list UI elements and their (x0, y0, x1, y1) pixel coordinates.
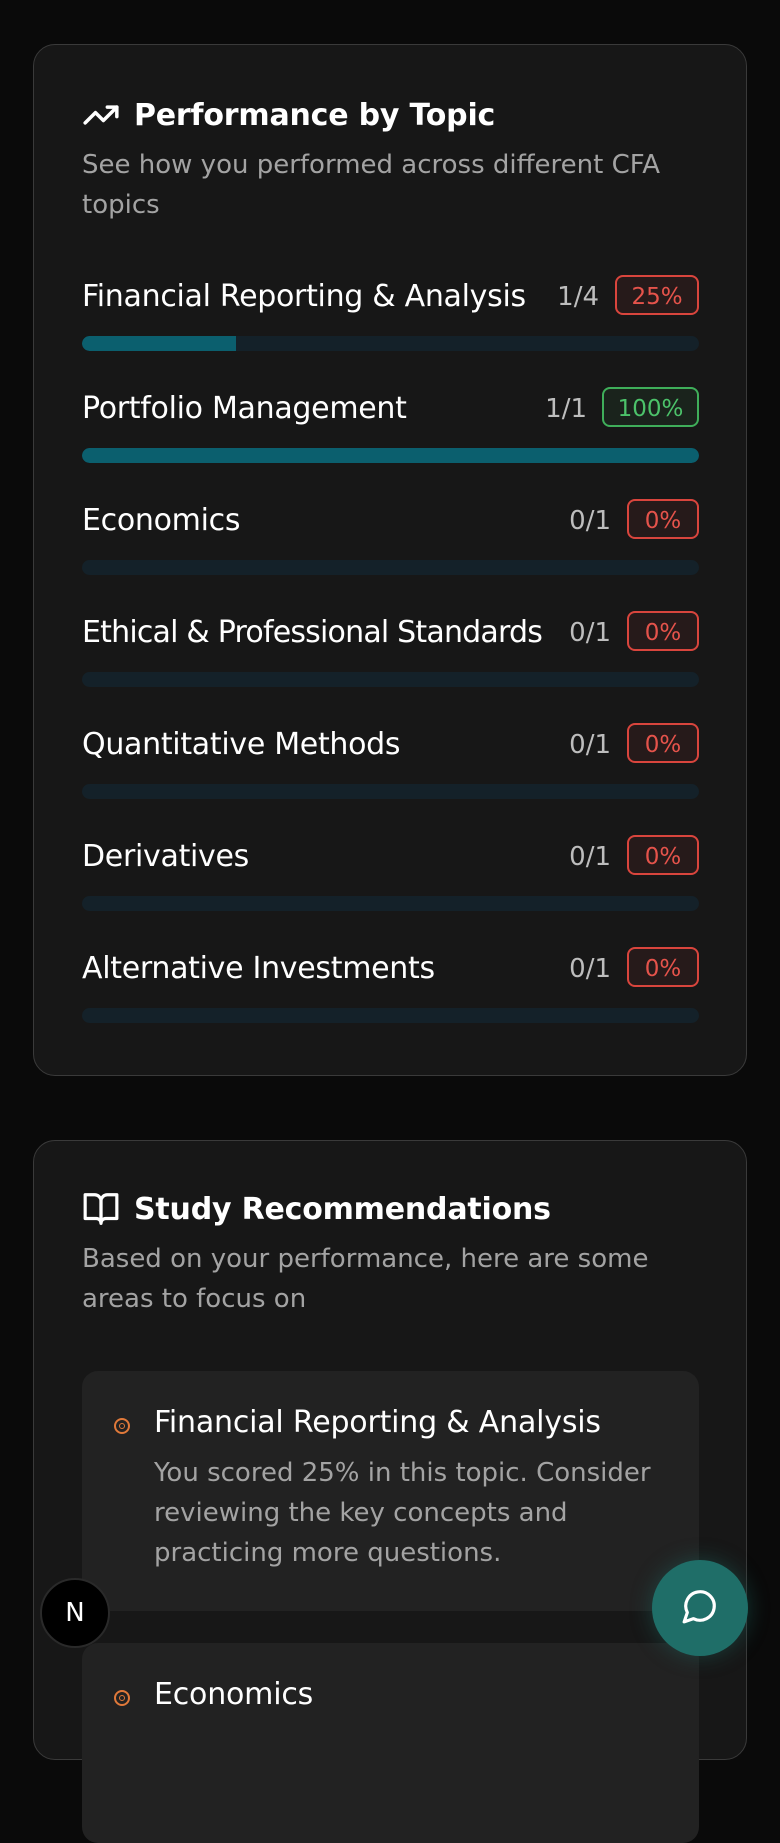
topic-name: Derivatives (82, 839, 250, 874)
topic-name: Financial Reporting & Analysis (82, 279, 526, 314)
book-open-icon (82, 1190, 120, 1228)
progress-bar (82, 896, 699, 911)
topic-name: Ethical & Professional Standards (82, 615, 543, 650)
performance-description: See how you performed across different C… (82, 150, 661, 220)
percent-badge: 25% (615, 275, 699, 315)
recommendation-title: Economics (154, 1677, 314, 1712)
performance-title: Performance by Topic (134, 97, 496, 133)
topic-name: Economics (82, 503, 241, 538)
progress-bar (82, 672, 699, 687)
topic-score: 0/1 (569, 954, 611, 984)
recommendation-item[interactable]: Economics (82, 1643, 699, 1843)
topic-score: 1/4 (557, 282, 599, 312)
topic-name: Portfolio Management (82, 391, 407, 426)
progress-bar (82, 448, 699, 463)
performance-card: Performance by Topic See how you perform… (33, 44, 747, 1076)
topic-row: Economics 0/1 0% (82, 499, 699, 589)
progress-bar (82, 560, 699, 575)
percent-badge: 100% (602, 387, 699, 427)
percent-badge: 0% (627, 835, 699, 875)
n-badge-button[interactable]: N (40, 1578, 110, 1648)
trending-up-icon (82, 96, 120, 134)
topic-score: 0/1 (569, 730, 611, 760)
percent-badge: 0% (627, 611, 699, 651)
progress-bar (82, 1008, 699, 1023)
percent-badge: 0% (627, 723, 699, 763)
topic-name: Quantitative Methods (82, 727, 401, 762)
topic-name: Alternative Investments (82, 951, 435, 986)
topic-score: 0/1 (569, 842, 611, 872)
study-header: Study Recommendations Based on your perf… (82, 1189, 698, 1319)
progress-bar (82, 784, 699, 799)
percent-badge: 0% (627, 947, 699, 987)
percent-badge: 0% (627, 499, 699, 539)
topic-row: Ethical & Professional Standards 0/1 0% (82, 611, 699, 701)
recommendation-title: Financial Reporting & Analysis (154, 1405, 601, 1440)
topic-row: Alternative Investments 0/1 0% (82, 947, 699, 1037)
progress-fill (82, 336, 237, 351)
study-description: Based on your performance, here are some… (82, 1244, 649, 1314)
recommendation-text: You scored 25% in this topic. Consider r… (154, 1458, 651, 1568)
n-badge-label: N (65, 1598, 85, 1628)
study-card: Study Recommendations Based on your perf… (33, 1140, 747, 1843)
target-icon (114, 1418, 130, 1434)
topic-row: Financial Reporting & Analysis 1/4 25% (82, 275, 699, 365)
topic-score: 0/1 (569, 506, 611, 536)
topic-row: Quantitative Methods 0/1 0% (82, 723, 699, 813)
recommendation-item[interactable]: Financial Reporting & Analysis You score… (82, 1371, 699, 1611)
topic-score: 1/1 (545, 394, 587, 424)
chat-bubble-icon (681, 1587, 719, 1629)
target-icon (114, 1690, 130, 1706)
topic-row: Derivatives 0/1 0% (82, 835, 699, 925)
chat-button[interactable] (652, 1560, 748, 1656)
performance-header: Performance by Topic See how you perform… (82, 95, 698, 225)
progress-bar (82, 336, 699, 351)
progress-fill (82, 448, 699, 463)
study-title: Study Recommendations (134, 1191, 551, 1227)
topic-score: 0/1 (569, 618, 611, 648)
topic-row: Portfolio Management 1/1 100% (82, 387, 699, 477)
